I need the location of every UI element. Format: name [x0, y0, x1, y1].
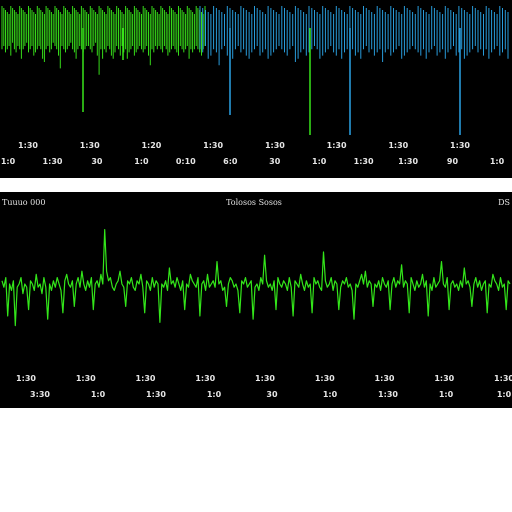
tick-label: 30	[91, 157, 103, 166]
tick-label: 6:0	[223, 157, 238, 166]
tick-label: 1:30	[76, 374, 96, 383]
corner-label-right: DS	[498, 198, 510, 207]
series-0-line	[1, 6, 206, 75]
tick-label: 1:30	[195, 374, 215, 383]
tick-label: 30	[269, 157, 281, 166]
tick-label: 1:0	[323, 390, 338, 399]
tick-label: 90	[447, 157, 459, 166]
tick-label: 1:30	[434, 374, 454, 383]
tick-label: 1:30	[354, 157, 374, 166]
tick-label: 0:10	[176, 157, 196, 166]
tick-label: 1:30	[378, 390, 398, 399]
tick-label: 1:0	[1, 157, 16, 166]
corner-label-left: Tuuuo 000	[2, 198, 45, 207]
tick-label: 1:0	[497, 390, 512, 399]
tick-label: 1:30	[494, 374, 512, 383]
tick-label: 30	[266, 390, 278, 399]
tick-label: 1:30	[18, 141, 38, 150]
tick-label: 1:0	[91, 390, 106, 399]
tick-label: 1:0	[490, 157, 505, 166]
series-1-line	[199, 6, 509, 66]
waveform-bottom-svg: Tuuuo 000 Tolosos Sosos DS 1:30 1:30 1:30 1…	[1, 198, 512, 399]
tick-label: 1:30	[16, 374, 36, 383]
series-0-line	[1, 229, 511, 327]
tick-label: 1:30	[388, 141, 408, 150]
tick-label: 1:0	[134, 157, 149, 166]
chart-title: Tolosos Sosos	[226, 198, 282, 207]
waveform-chart-bottom: Tuuuo 000 Tolosos Sosos DS 1:30 1:30 1:30 1…	[0, 192, 512, 408]
series-0-trace	[1, 6, 206, 75]
tick-label: 1:30	[136, 374, 156, 383]
tick-label: 1:30	[327, 141, 347, 150]
tick-label: 1:20	[141, 141, 161, 150]
tick-label: 1:0	[439, 390, 454, 399]
tick-label: 1:30	[375, 374, 395, 383]
tick-label: 1:30	[80, 141, 100, 150]
tick-label: 1:30	[203, 141, 223, 150]
tick-label: 1:30	[265, 141, 285, 150]
tick-label: 1:30	[450, 141, 470, 150]
tick-label: 3:30	[30, 390, 50, 399]
waveform-chart-top: 1:30 1:30 1:20 1:30 1:30 1:30 1:30 1:30 1:0 1:30 3…	[0, 0, 512, 178]
series-1-trace	[199, 6, 509, 66]
tick-label: 1:0	[207, 390, 222, 399]
tick-label: 1:0	[312, 157, 327, 166]
tick-label: 1:30	[255, 374, 275, 383]
tick-label: 1:30	[398, 157, 418, 166]
tick-label: 1:30	[146, 390, 166, 399]
waveform-top-svg: 1:30 1:30 1:20 1:30 1:30 1:30 1:30 1:301:0 1:30 3…	[1, 6, 509, 166]
tick-label: 1:30	[315, 374, 335, 383]
tick-label: 1:30	[43, 157, 63, 166]
